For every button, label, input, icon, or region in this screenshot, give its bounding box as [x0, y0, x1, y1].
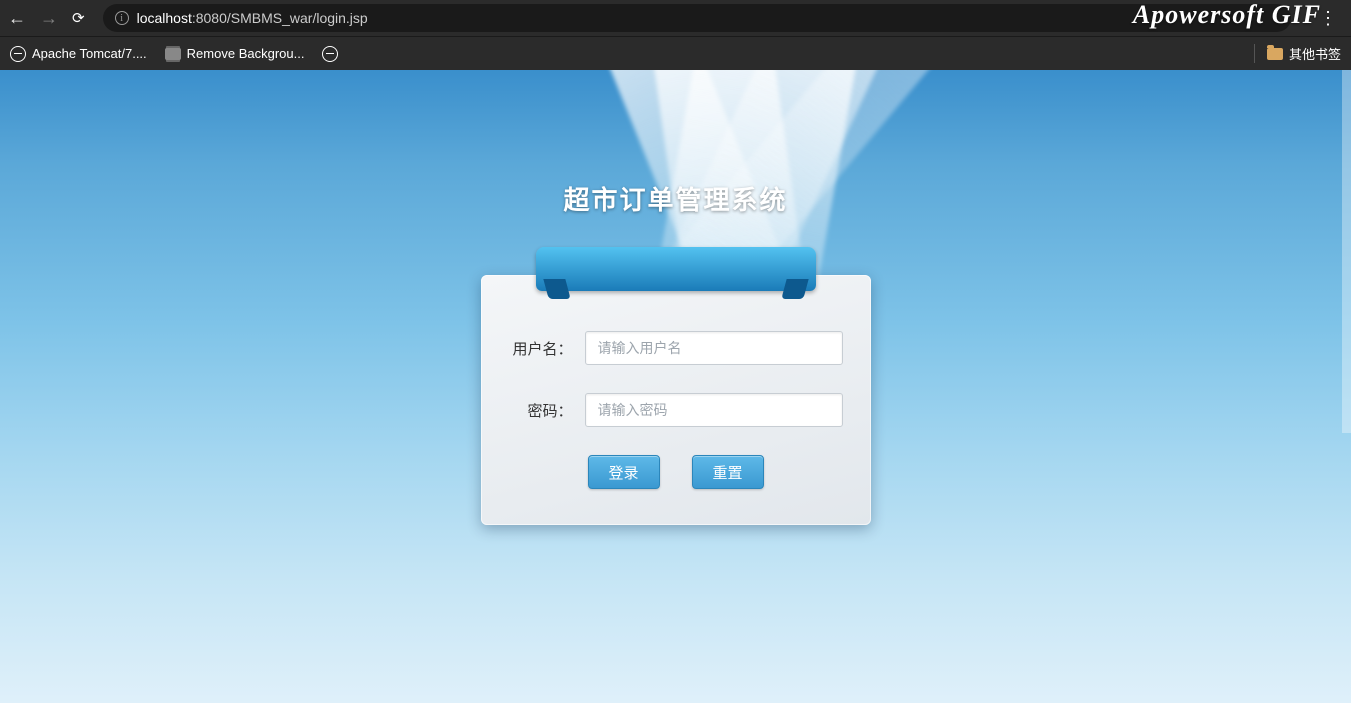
site-info-icon[interactable]: i	[115, 11, 129, 25]
bookmark-blank[interactable]	[322, 46, 344, 62]
card-clip-decoration	[536, 247, 816, 303]
username-label: 用户名：	[509, 338, 585, 359]
username-input[interactable]	[585, 331, 843, 365]
password-input[interactable]	[585, 393, 843, 427]
back-button[interactable]: ←	[8, 8, 26, 29]
bookmark-apache-tomcat[interactable]: Apache Tomcat/7....	[10, 46, 147, 62]
globe-icon	[10, 46, 26, 62]
reload-button[interactable]: ⟳	[72, 9, 85, 27]
login-card: 用户名： 密码： 登录 重置	[481, 247, 871, 525]
url-text: localhost:8080/SMBMS_war/login.jsp	[137, 10, 368, 26]
globe-icon	[322, 46, 338, 62]
password-row: 密码：	[509, 393, 843, 427]
bookmarks-bar: Apache Tomcat/7.... Remove Backgrou... 其…	[0, 36, 1351, 70]
browser-toolbar: ← → ⟳ i localhost:8080/SMBMS_war/login.j…	[0, 0, 1351, 36]
forward-button[interactable]: →	[40, 8, 58, 29]
stack-icon	[165, 48, 181, 60]
login-button[interactable]: 登录	[588, 455, 660, 489]
button-row: 登录 重置	[509, 455, 843, 489]
card-body: 用户名： 密码： 登录 重置	[481, 275, 871, 525]
reset-button[interactable]: 重置	[692, 455, 764, 489]
page-content: 超市订单管理系统 用户名： 密码： 登录 重置	[0, 70, 1351, 703]
browser-menu-icon[interactable]: ⋮	[1313, 8, 1343, 29]
bookmark-label: Apache Tomcat/7....	[32, 46, 147, 61]
other-bookmarks[interactable]: 其他书签	[1254, 44, 1341, 63]
username-row: 用户名：	[509, 331, 843, 365]
page-title: 超市订单管理系统	[0, 70, 1351, 217]
password-label: 密码：	[509, 400, 585, 421]
address-bar[interactable]: i localhost:8080/SMBMS_war/login.jsp	[103, 4, 1291, 32]
bookmark-label: Remove Backgrou...	[187, 46, 305, 61]
folder-icon	[1267, 48, 1283, 60]
other-bookmarks-label: 其他书签	[1289, 44, 1341, 63]
bookmark-remove-bg[interactable]: Remove Backgrou...	[165, 46, 305, 61]
